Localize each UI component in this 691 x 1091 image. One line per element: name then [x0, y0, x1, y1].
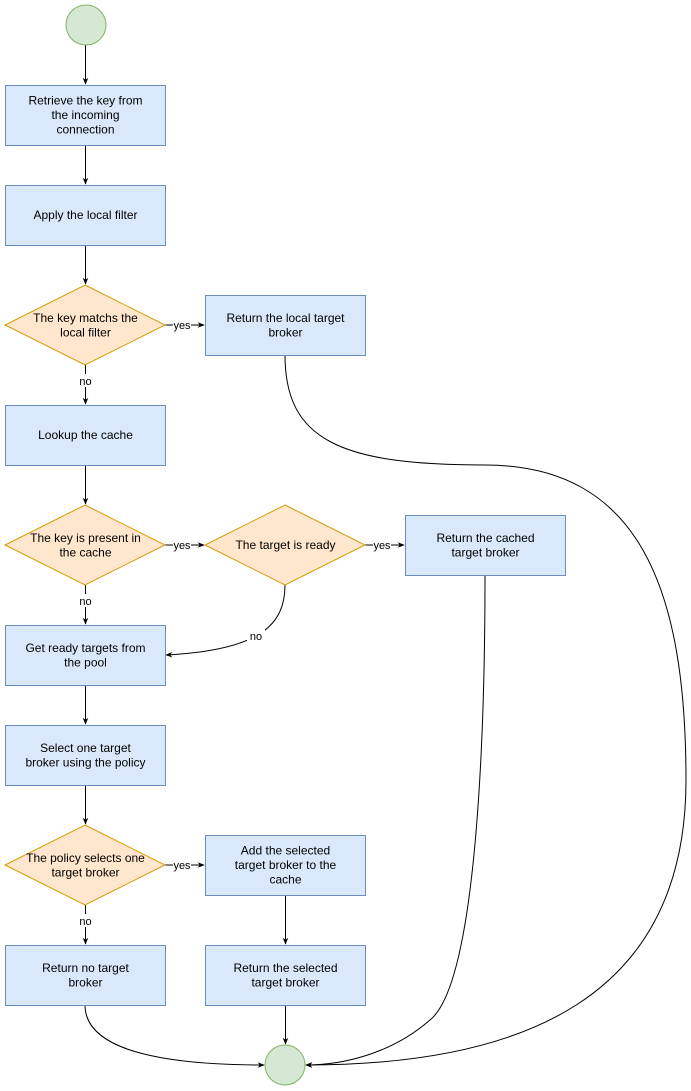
node-label-line: Retrieve the key from	[28, 94, 142, 108]
process-node-add-to-cache: Add the selectedtarget broker to thecach…	[205, 835, 366, 896]
node-label-line: target broker	[51, 865, 119, 879]
node-label-line: Return the local target	[226, 311, 345, 325]
node-label-line: Return no target	[42, 961, 129, 975]
node-label-line: target broker	[451, 545, 519, 559]
start-node	[65, 4, 107, 46]
flowchart-diagram: Retrieve the key fromthe incomingconnect…	[3, 4, 687, 1086]
node-label-line: connection	[56, 123, 114, 137]
edge-label-yes: yes	[173, 540, 191, 552]
terminal-circle	[65, 4, 107, 46]
decision-node-key-present: The key is present inthe cache	[3, 504, 167, 586]
node-label-line: Apply the local filter	[33, 208, 137, 222]
edge-return-none-to-end	[84, 1004, 265, 1068]
edge-label-yes: yes	[373, 540, 391, 552]
node-label-line: Lookup the cache	[38, 428, 133, 442]
process-node-return-selected: Return the selectedtarget broker	[205, 945, 366, 1006]
node-label-line: The key is present in	[30, 531, 141, 545]
edge-label-yes: yes	[173, 860, 191, 872]
node-label-line: the cache	[59, 545, 111, 559]
edge-label-no: no	[79, 376, 91, 388]
node-label-line: the incoming	[51, 108, 119, 122]
process-node-retrieve-key: Retrieve the key fromthe incomingconnect…	[5, 85, 166, 146]
node-label-line: The key matchs the	[33, 311, 138, 325]
decision-node-policy-selects: The policy selects onetarget broker	[3, 824, 167, 906]
node-label-line: broker	[268, 325, 302, 339]
process-node-return-cached: Return the cachedtarget broker	[405, 515, 566, 576]
process-node-get-ready: Get ready targets fromthe pool	[5, 625, 166, 686]
decision-node-target-ready: The target is ready	[203, 504, 367, 586]
node-label-line: local filter	[60, 325, 111, 339]
edge-label-no: no	[79, 916, 91, 928]
node-label-line: the pool	[64, 655, 107, 669]
end-node	[264, 1044, 306, 1086]
node-label-line: Select one target	[40, 741, 131, 755]
node-label-line: cache	[269, 873, 301, 887]
process-node-apply-filter: Apply the local filter	[5, 185, 166, 246]
decision-node-key-matches: The key matchs thelocal filter	[3, 284, 167, 366]
node-label-line: broker using the policy	[25, 755, 145, 769]
node-label-line: The policy selects one	[26, 851, 145, 865]
node-label-line: target broker	[251, 975, 319, 989]
edges-layer	[82, 45, 687, 1068]
process-node-lookup-cache: Lookup the cache	[5, 405, 166, 466]
node-label-line: target broker to the	[235, 858, 337, 872]
edge-target-ready-to-get-ready	[165, 584, 286, 658]
edge-label-no: no	[250, 631, 262, 643]
node-label-line: Return the cached	[436, 531, 534, 545]
node-label-line: broker	[68, 975, 102, 989]
process-node-return-local: Return the local targetbroker	[205, 295, 366, 356]
edge-label-yes: yes	[173, 320, 191, 332]
node-label-line: Add the selected	[241, 844, 330, 858]
edge-label-no: no	[79, 596, 91, 608]
node-label-line: Get ready targets from	[25, 641, 145, 655]
node-label-line: The target is ready	[235, 538, 335, 552]
process-node-return-none: Return no targetbroker	[5, 945, 166, 1006]
terminal-circle	[264, 1044, 306, 1086]
node-label-line: Return the selected	[233, 961, 337, 975]
process-node-select-one: Select one targetbroker using the policy	[5, 725, 166, 786]
